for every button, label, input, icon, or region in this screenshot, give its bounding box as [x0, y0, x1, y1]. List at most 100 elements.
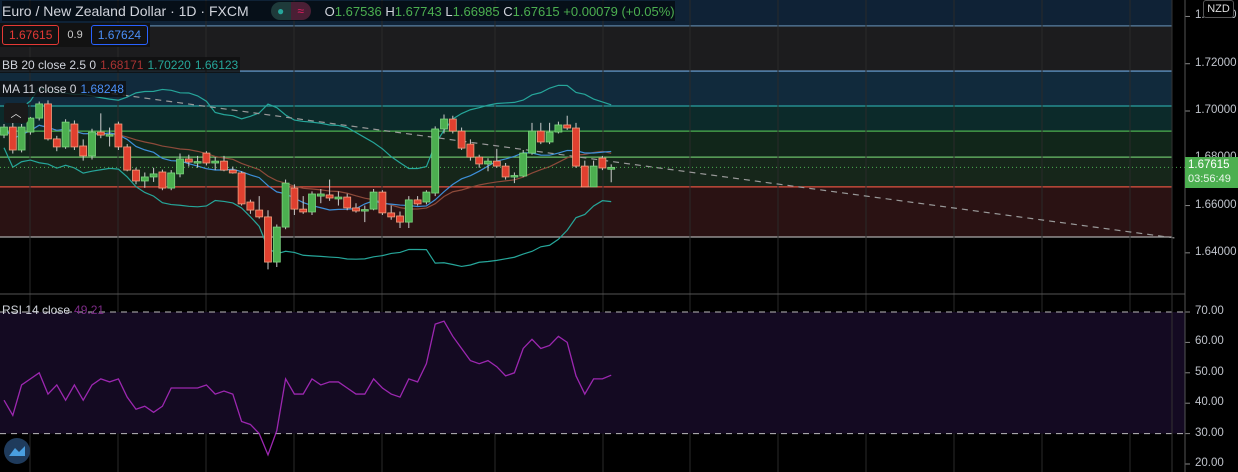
- open-label: O: [324, 3, 335, 19]
- price-tick-label: 1.72000: [1195, 56, 1237, 69]
- compare-wave-icon[interactable]: ≈: [290, 2, 311, 20]
- candle: [281, 179, 290, 230]
- candle-body: [140, 176, 149, 182]
- candle-body: [528, 130, 536, 154]
- candle-body: [255, 209, 264, 218]
- ohlc-values: O1.67536 H1.67743 L1.66985 C1.67615 +0.0…: [325, 4, 675, 19]
- price-tick-label: 1.66000: [1195, 198, 1237, 211]
- candle-body: [123, 146, 132, 171]
- low-label: L: [445, 3, 453, 19]
- buy-button[interactable]: 1.67624: [90, 25, 149, 45]
- candle-body: [448, 118, 457, 132]
- rsi-band-fill: [0, 312, 1185, 434]
- candle-body: [132, 169, 140, 182]
- ma-legend[interactable]: MA 11 close 0 1.68248: [0, 81, 126, 97]
- candle-body: [35, 103, 44, 119]
- candle: [202, 151, 211, 166]
- candle: [61, 119, 70, 149]
- chevron-up-icon: ︿: [10, 108, 22, 120]
- candle-body: [369, 191, 378, 210]
- candle-body: [176, 158, 184, 175]
- candle-body: [228, 169, 237, 174]
- bb-legend[interactable]: BB 20 close 2.5 0 1.68171 1.70220 1.66123: [0, 57, 241, 73]
- candle-body: [484, 160, 492, 165]
- band-fill: [0, 186, 1172, 238]
- bar-countdown: 03:56:49: [1188, 173, 1231, 185]
- candle-body: [70, 123, 79, 148]
- candle: [8, 122, 17, 154]
- open-value: 1.67536: [334, 3, 382, 19]
- candle-body: [607, 166, 616, 170]
- last-price: 1.67615: [1188, 159, 1230, 171]
- candle: [431, 126, 440, 197]
- symbol-title[interactable]: Euro / New Zealand Dollar · 1D · FXCM: [2, 3, 249, 19]
- rsi-tick-label: 30.00: [1195, 426, 1224, 439]
- candle-body: [598, 157, 607, 169]
- rsi-tick-label: 70.00: [1195, 305, 1224, 317]
- candle-body: [44, 103, 52, 140]
- band-fill: [0, 106, 1172, 132]
- sell-button[interactable]: 1.67615: [2, 25, 60, 45]
- currency-badge[interactable]: NZD: [1203, 0, 1234, 18]
- rsi-value: 49.21: [74, 303, 105, 317]
- candle-body: [492, 160, 501, 167]
- low-value: 1.66985: [452, 3, 500, 19]
- candle: [167, 170, 176, 191]
- candle: [519, 150, 528, 178]
- candle-body: [554, 124, 563, 133]
- candle-body: [396, 215, 404, 223]
- candle-body: [352, 207, 360, 212]
- candle-body: [378, 191, 387, 214]
- candle-body: [158, 171, 167, 189]
- candle: [44, 100, 52, 141]
- candle-body: [299, 208, 308, 213]
- candle-body: [580, 165, 589, 188]
- candle-body: [202, 152, 211, 164]
- candle-body: [79, 145, 88, 157]
- candle-body: [404, 199, 413, 223]
- candle: [264, 210, 272, 270]
- rsi-pane: [0, 311, 1185, 457]
- candle-body: [114, 123, 123, 148]
- rsi-tick-label: 50.00: [1195, 365, 1224, 378]
- candle-body: [8, 126, 17, 151]
- candle-body: [413, 199, 422, 205]
- collapse-legend-button[interactable]: ︿: [4, 103, 28, 123]
- candle: [572, 122, 580, 168]
- candle-body: [563, 124, 572, 129]
- rsi-legend[interactable]: RSI 14 close 49.21: [2, 303, 104, 317]
- candle-body: [343, 196, 352, 209]
- candle: [88, 128, 96, 160]
- candle-body: [501, 165, 510, 178]
- bb-upper-value: 1.70220: [147, 58, 191, 72]
- candle: [457, 127, 466, 151]
- candle-body: [272, 226, 281, 263]
- candle: [308, 191, 316, 216]
- status-dot-icon[interactable]: ●: [270, 2, 291, 20]
- close-label: C: [503, 3, 513, 19]
- candle-body: [545, 131, 554, 143]
- candle-body: [264, 216, 272, 263]
- close-value: 1.67615: [512, 3, 560, 19]
- candle: [158, 169, 167, 191]
- rsi-tick-label: 60.00: [1195, 335, 1224, 348]
- candle: [598, 155, 607, 171]
- candle: [114, 121, 123, 151]
- candle-body: [290, 187, 299, 210]
- last-price-label: 1.67615 03:56:49: [1185, 157, 1238, 188]
- price-level-bands: [0, 0, 1172, 238]
- candle-body: [308, 193, 316, 213]
- ma-value: 1.68248: [80, 82, 124, 96]
- candle-body: [52, 138, 61, 148]
- candle-body: [466, 143, 475, 158]
- rsi-label: RSI 14 close: [2, 303, 71, 317]
- candle: [70, 120, 79, 151]
- candle-body: [193, 161, 202, 164]
- candle-body: [61, 121, 70, 148]
- candle-body: [422, 191, 431, 203]
- candle-body: [105, 134, 114, 137]
- candle-body: [440, 118, 448, 130]
- candle: [17, 124, 26, 153]
- tradingview-logo-icon[interactable]: [4, 438, 30, 464]
- candle-body: [17, 126, 26, 151]
